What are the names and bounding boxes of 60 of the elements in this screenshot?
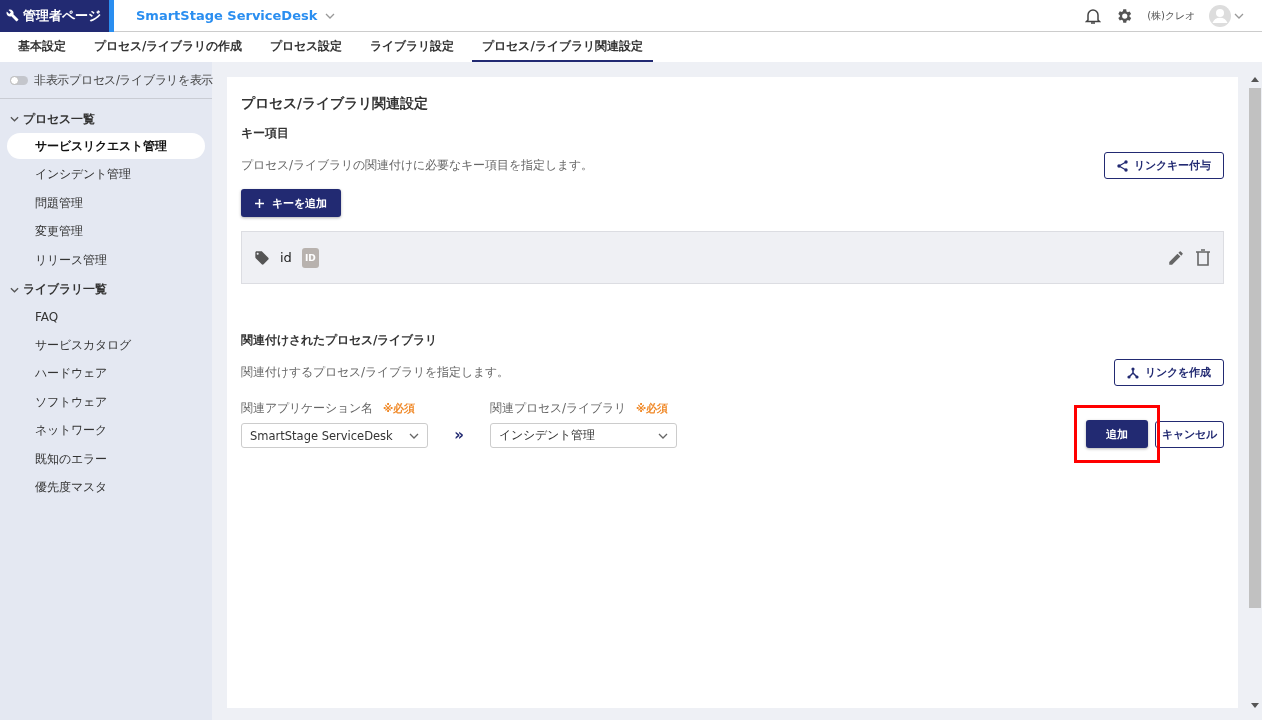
scroll-down-icon[interactable]: [1251, 703, 1259, 708]
id-badge: ID: [301, 247, 319, 268]
sidebar-item[interactable]: リリース管理: [7, 247, 205, 273]
group-header[interactable]: ライブラリ一覧: [0, 275, 212, 304]
brand-label: 管理者ページ: [23, 6, 101, 25]
scrollbar-thumb[interactable]: [1249, 88, 1261, 608]
caret-icon: [1234, 12, 1244, 19]
user-name[interactable]: (株)クレオ: [1147, 8, 1195, 23]
tab[interactable]: プロセス設定: [260, 32, 353, 62]
field-label: 関連アプリケーション名: [241, 400, 373, 417]
chevron-icon: [10, 116, 19, 122]
add-key-button[interactable]: キーを追加: [241, 189, 341, 217]
tab[interactable]: プロセス/ライブラリの作成: [84, 32, 253, 62]
key-name: id: [280, 250, 292, 265]
sidebar-item[interactable]: 問題管理: [7, 190, 205, 216]
sidebar-item[interactable]: ハードウェア: [7, 360, 205, 387]
section-description: プロセス/ライブラリの関連付けに必要なキー項目を指定します。: [241, 157, 594, 174]
plus-icon: [255, 198, 264, 208]
trash-icon[interactable]: [1195, 248, 1211, 267]
share-icon: [1117, 159, 1128, 172]
select-field[interactable]: SmartStage ServiceDesk: [241, 423, 428, 448]
pencil-icon[interactable]: [1167, 248, 1185, 267]
tag-icon: [254, 249, 270, 266]
create-link-button[interactable]: リンクを作成: [1114, 359, 1224, 386]
required-note: ※必須: [383, 402, 416, 416]
separator-mark: »: [453, 425, 465, 446]
link-key-button[interactable]: リンクキー付与: [1104, 152, 1224, 179]
sidebar-item[interactable]: 変更管理: [7, 218, 205, 245]
cancel-button[interactable]: キャンセル: [1155, 420, 1224, 448]
sidebar-item[interactable]: サービスカタログ: [7, 332, 205, 358]
field-label: 関連プロセス/ライブラリ: [490, 400, 627, 417]
group-header[interactable]: プロセス一覧: [0, 105, 212, 133]
sidebar-item[interactable]: 優先度マスタ: [7, 474, 205, 501]
bell-icon[interactable]: [1085, 6, 1102, 25]
tab[interactable]: 基本設定: [8, 32, 76, 62]
section-description: 関連付けするプロセス/ライブラリを指定します。: [241, 364, 510, 381]
sidebar-item[interactable]: ソフトウェア: [7, 389, 205, 415]
add-button[interactable]: 追加: [1086, 420, 1148, 448]
section-heading: キー項目: [241, 125, 290, 142]
select-field[interactable]: インシデント管理: [490, 423, 677, 448]
required-note: ※必須: [636, 402, 669, 416]
admin-page-badge[interactable]: 管理者ページ: [0, 0, 114, 32]
fork-icon: [1127, 366, 1139, 379]
tab[interactable]: ライブラリ設定: [360, 32, 465, 62]
sidebar-item[interactable]: ネットワーク: [7, 417, 205, 444]
section-heading: 関連付けされたプロセス/ライブラリ: [241, 332, 439, 349]
page-title: プロセス/ライブラリ関連設定: [241, 95, 429, 113]
toggle-switch[interactable]: [10, 75, 28, 85]
sidebar-item[interactable]: FAQ: [7, 303, 205, 330]
caret-icon: [658, 432, 668, 439]
toggle-label: 非表示プロセス/ライブラリを表示: [34, 72, 214, 88]
tab[interactable]: プロセス/ライブラリ関連設定: [472, 32, 653, 62]
caret-icon: [325, 12, 336, 19]
chevron-icon: [10, 286, 19, 293]
wrench-icon: [6, 9, 19, 22]
sidebar-item[interactable]: 既知のエラー: [7, 446, 205, 472]
sidebar-item[interactable]: サービスリクエスト管理: [7, 133, 205, 159]
scroll-up-icon[interactable]: [1251, 77, 1259, 82]
caret-icon: [409, 432, 419, 439]
sidebar-item[interactable]: インシデント管理: [7, 161, 205, 188]
